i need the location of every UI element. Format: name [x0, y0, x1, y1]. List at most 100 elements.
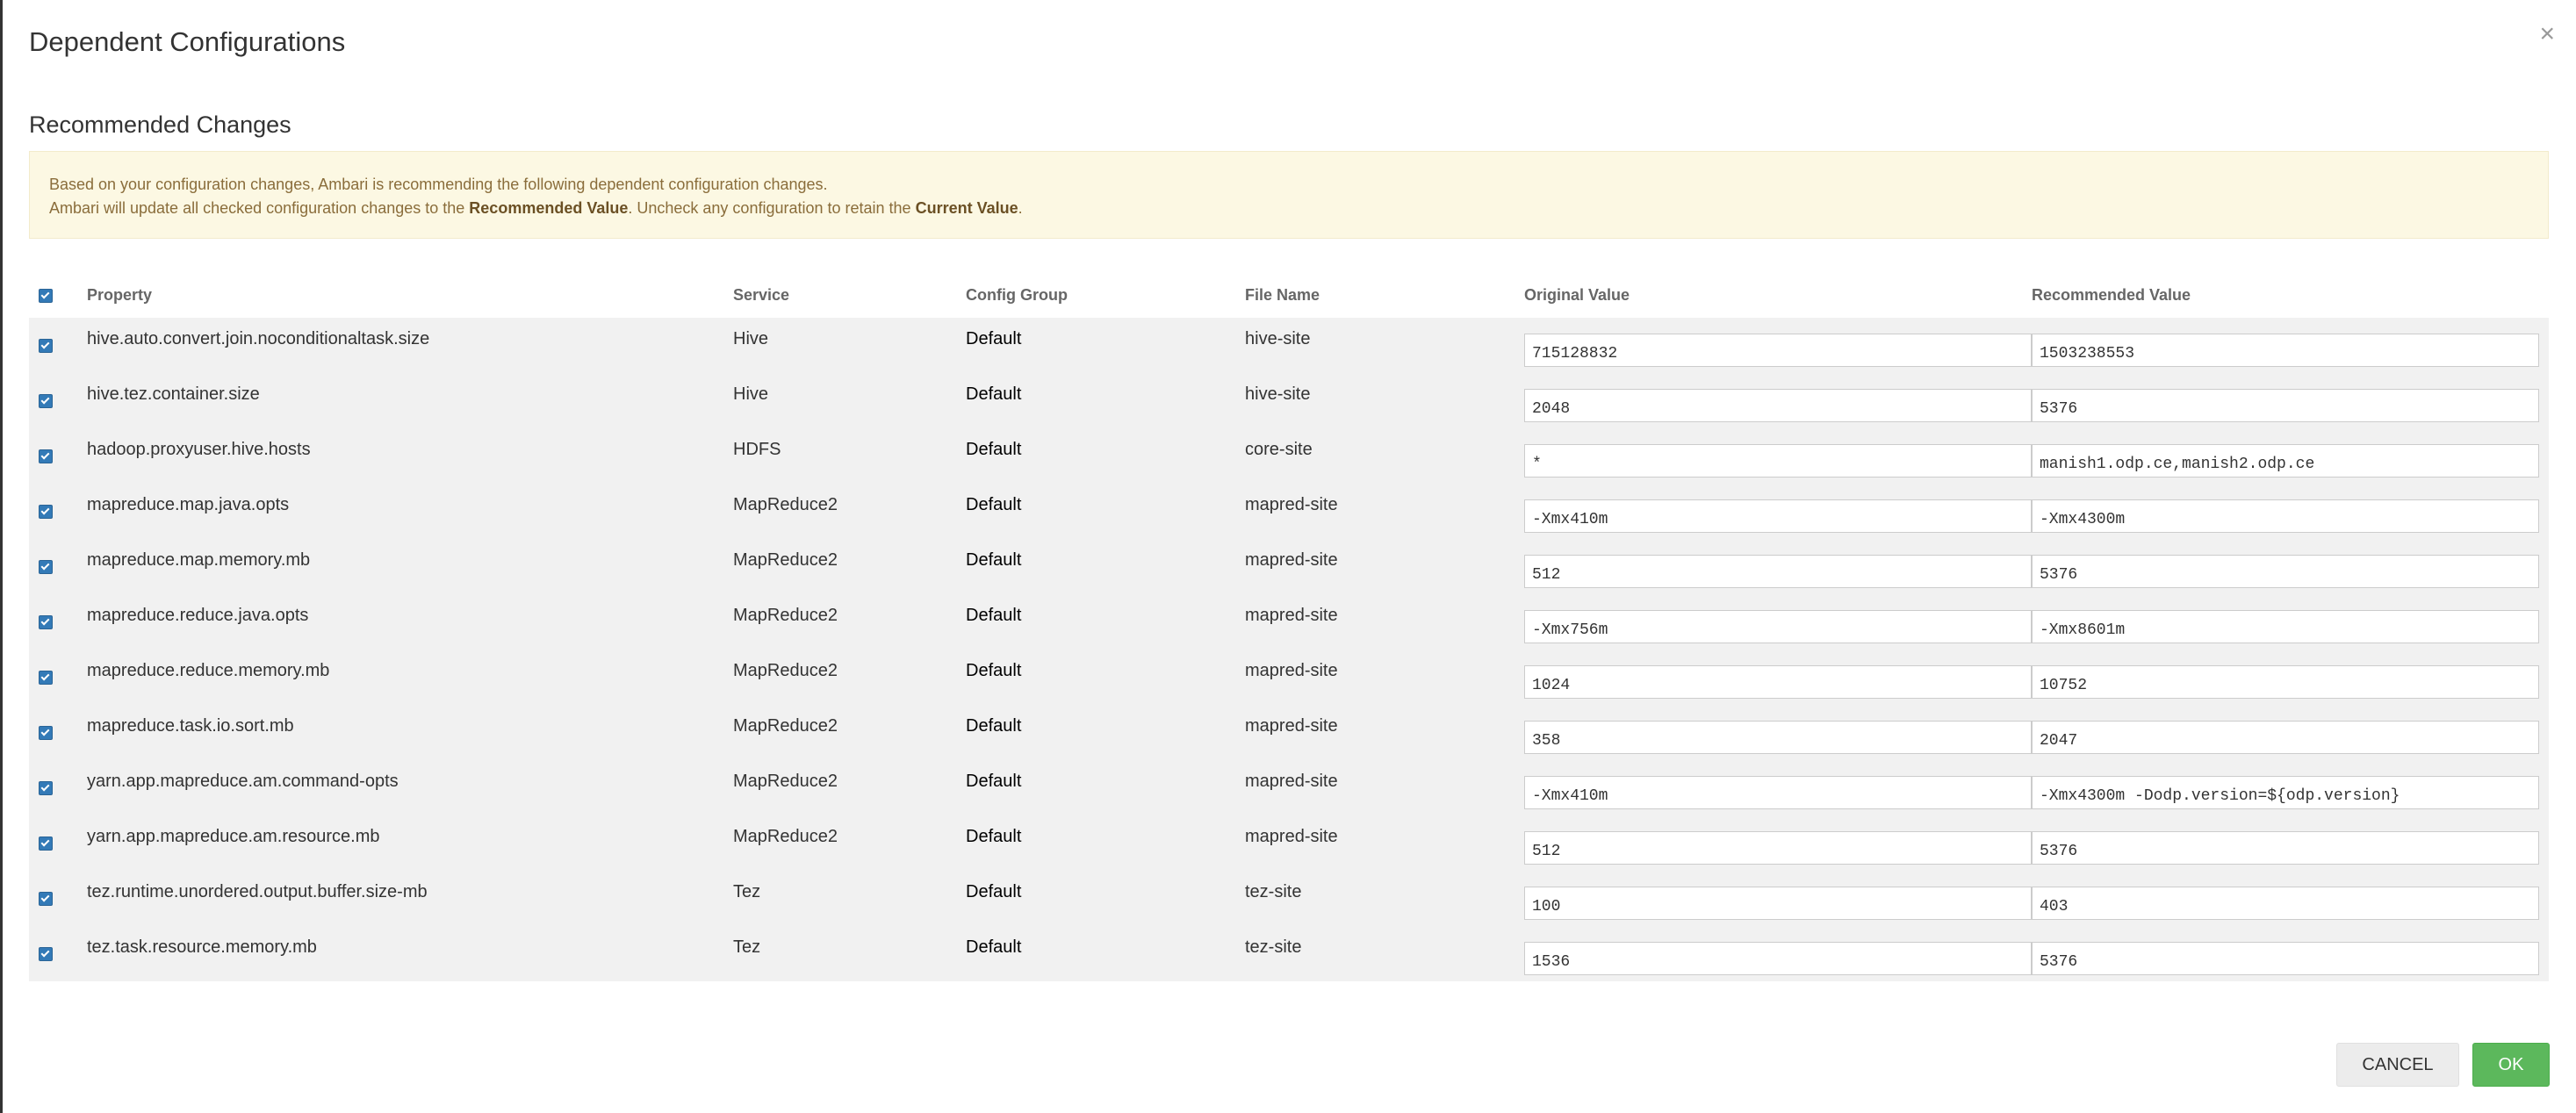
alert-text: Ambari will update all checked configura…: [49, 199, 470, 217]
property-name: mapreduce.task.io.sort.mb: [87, 716, 294, 736]
row-checkbox[interactable]: [39, 780, 53, 795]
original-value-field: 100: [1524, 886, 2032, 920]
recommended-value-field[interactable]: 1503238553: [2032, 333, 2539, 367]
property-name: yarn.app.mapreduce.am.command-opts: [87, 772, 399, 791]
recommended-value-field[interactable]: 403: [2032, 886, 2539, 920]
service-cell: MapReduce2: [733, 539, 966, 594]
property-cell: mapreduce.reduce.memory.mb: [87, 650, 733, 705]
recommended-value-field[interactable]: 2047: [2032, 720, 2539, 754]
service-name: MapReduce2: [733, 772, 838, 791]
original-value-cell: *: [1524, 428, 2032, 484]
modal-title: Dependent Configurations: [29, 26, 346, 57]
property-cell: yarn.app.mapreduce.am.command-opts: [87, 760, 733, 815]
recommended-value-cell: 5376: [2032, 373, 2549, 428]
table-row: hive.auto.convert.join.noconditionaltask…: [29, 318, 2549, 373]
file-name-cell: mapred-site: [1245, 650, 1524, 705]
row-checkbox[interactable]: [39, 614, 53, 629]
recommended-value-field[interactable]: 5376: [2032, 388, 2539, 422]
recommended-value-field[interactable]: 10752: [2032, 664, 2539, 699]
alert-text: . Uncheck any configuration to retain th…: [628, 199, 916, 217]
close-icon[interactable]: ×: [2539, 21, 2555, 47]
header-recommended-value[interactable]: Recommended Value: [2032, 272, 2549, 318]
file-name: mapred-site: [1245, 716, 1338, 736]
original-value-cell: 2048: [1524, 373, 2032, 428]
property-cell: hadoop.proxyuser.hive.hosts: [87, 428, 733, 484]
header-config-group[interactable]: Config Group: [966, 272, 1245, 318]
row-checkbox[interactable]: [39, 836, 53, 851]
row-checkbox[interactable]: [39, 504, 53, 519]
original-value-field: 512: [1524, 554, 2032, 588]
service-cell: Tez: [733, 871, 966, 926]
row-checkbox[interactable]: [39, 891, 53, 906]
original-value-field: 358: [1524, 720, 2032, 754]
file-name: mapred-site: [1245, 772, 1338, 791]
config-group-name: Default: [966, 495, 1022, 514]
row-checkbox[interactable]: [39, 725, 53, 740]
alert-line-1: Based on your configuration changes, Amb…: [49, 176, 828, 193]
recommended-value-cell: -Xmx4300m: [2032, 484, 2549, 539]
recommended-value-field[interactable]: 5376: [2032, 941, 2539, 975]
config-group-cell: Default: [966, 926, 1245, 981]
property-name: mapreduce.reduce.memory.mb: [87, 661, 330, 680]
config-group-name: Default: [966, 440, 1022, 459]
original-value-field: -Xmx756m: [1524, 609, 2032, 643]
file-name: tez-site: [1245, 882, 1302, 901]
property-name: tez.runtime.unordered.output.buffer.size…: [87, 882, 428, 901]
row-checkbox[interactable]: [39, 449, 53, 463]
original-value-field: 1536: [1524, 941, 2032, 975]
header-file-name[interactable]: File Name: [1245, 272, 1524, 318]
property-name: mapreduce.map.java.opts: [87, 495, 290, 514]
row-checkbox[interactable]: [39, 670, 53, 685]
property-cell: hive.auto.convert.join.noconditionaltask…: [87, 318, 733, 373]
original-value-field: 2048: [1524, 388, 2032, 422]
file-name: mapred-site: [1245, 661, 1338, 680]
row-checkbox[interactable]: [39, 338, 53, 353]
table-row: mapreduce.reduce.memory.mb MapReduce2 Defa…: [29, 650, 2549, 705]
alert-text: .: [1018, 199, 1023, 217]
row-checkbox[interactable]: [39, 946, 53, 961]
service-cell: MapReduce2: [733, 594, 966, 650]
alert-emphasis-recommended: Recommended Value: [469, 199, 629, 217]
original-value-cell: -Xmx756m: [1524, 594, 2032, 650]
header-service[interactable]: Service: [733, 272, 966, 318]
ok-button[interactable]: OK: [2472, 1043, 2550, 1087]
recommended-value-field[interactable]: manish1.odp.ce,manish2.odp.ce: [2032, 443, 2539, 478]
row-checkbox[interactable]: [39, 393, 53, 408]
recommended-value-field[interactable]: -Xmx4300m -Dodp.version=${odp.version}: [2032, 775, 2539, 809]
original-value-field: 1024: [1524, 664, 2032, 699]
property-cell: mapreduce.task.io.sort.mb: [87, 705, 733, 760]
recommended-value-field[interactable]: 5376: [2032, 830, 2539, 865]
property-cell: tez.task.resource.memory.mb: [87, 926, 733, 981]
file-name-cell: mapred-site: [1245, 539, 1524, 594]
cancel-button[interactable]: CANCEL: [2336, 1043, 2459, 1087]
property-cell: mapreduce.map.memory.mb: [87, 539, 733, 594]
service-cell: MapReduce2: [733, 760, 966, 815]
header-original-value[interactable]: Original Value: [1524, 272, 2032, 318]
row-checkbox-cell: [29, 594, 87, 650]
config-group-name: Default: [966, 716, 1022, 736]
file-name: hive-site: [1245, 384, 1311, 404]
table-row: mapreduce.map.java.opts MapReduce2 Default…: [29, 484, 2549, 539]
file-name-cell: tez-site: [1245, 926, 1524, 981]
row-checkbox-cell: [29, 539, 87, 594]
original-value-field: -Xmx410m: [1524, 499, 2032, 533]
row-checkbox-cell: [29, 318, 87, 373]
original-value-cell: 512: [1524, 815, 2032, 871]
recommended-value-field[interactable]: 5376: [2032, 554, 2539, 588]
header-property[interactable]: Property: [87, 272, 733, 318]
service-name: Tez: [733, 937, 761, 957]
service-name: MapReduce2: [733, 827, 838, 846]
service-name: Hive: [733, 329, 769, 348]
row-checkbox[interactable]: [39, 559, 53, 574]
config-group-name: Default: [966, 384, 1022, 404]
table-row: tez.task.resource.memory.mb Tez Default tez…: [29, 926, 2549, 981]
recommended-value-field[interactable]: -Xmx8601m: [2032, 609, 2539, 643]
service-cell: Hive: [733, 373, 966, 428]
row-checkbox-cell: [29, 926, 87, 981]
table-row: yarn.app.mapreduce.am.command-opts MapRed…: [29, 760, 2549, 815]
config-group-name: Default: [966, 882, 1022, 901]
select-all-checkbox[interactable]: [39, 288, 53, 303]
config-group-cell: Default: [966, 760, 1245, 815]
file-name-cell: hive-site: [1245, 373, 1524, 428]
recommended-value-field[interactable]: -Xmx4300m: [2032, 499, 2539, 533]
